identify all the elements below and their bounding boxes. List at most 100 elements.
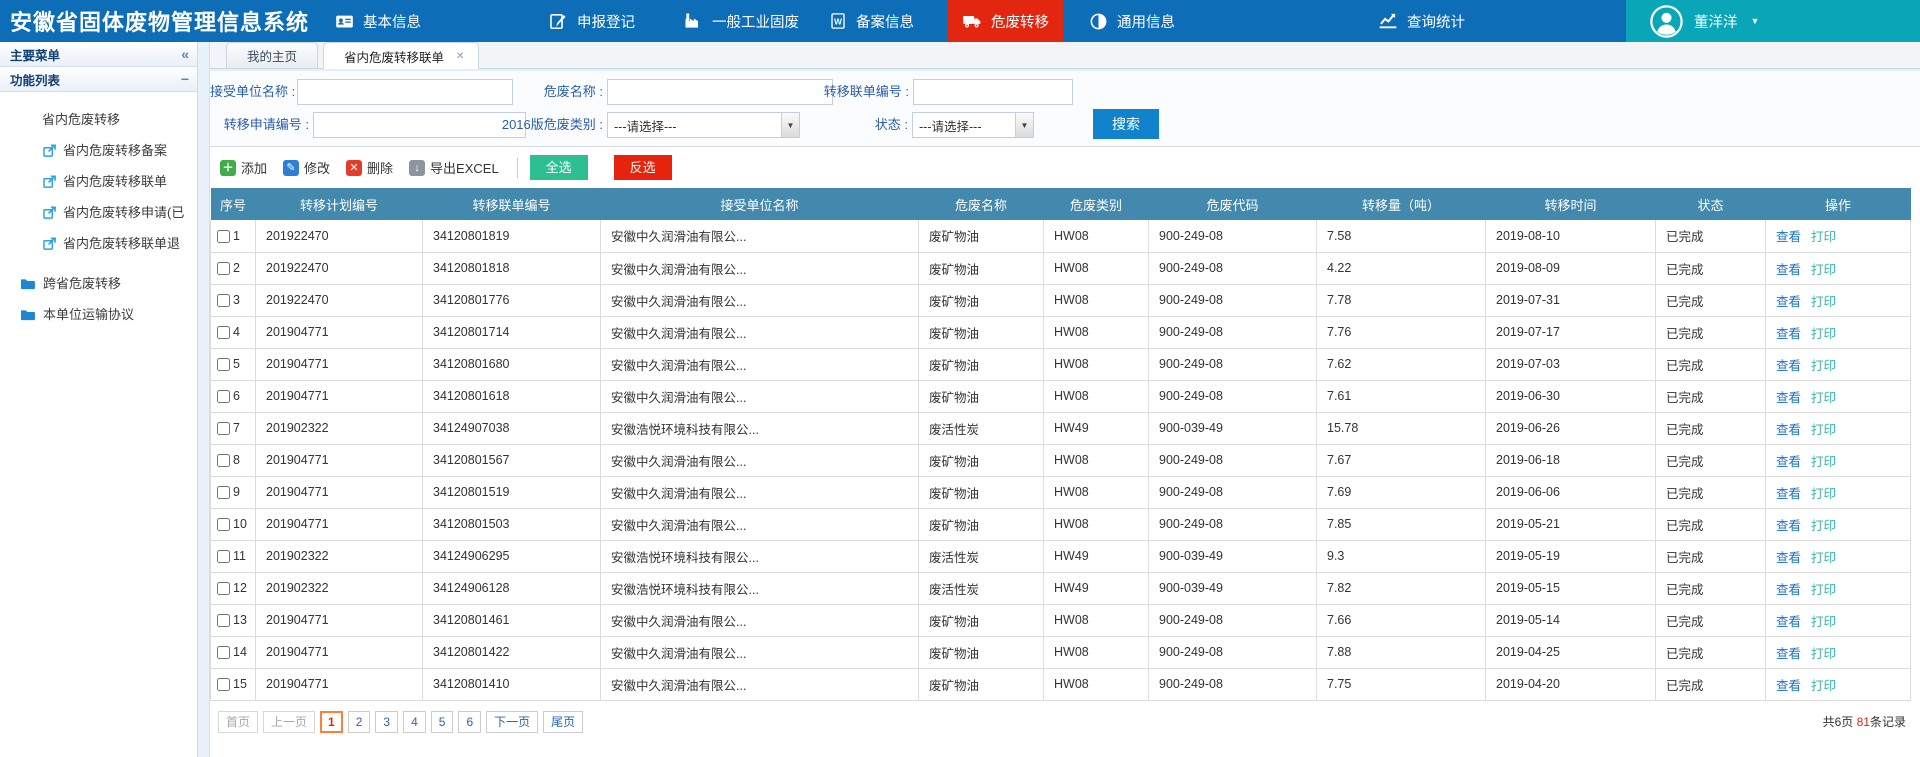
view-link[interactable]: 查看 [1776, 327, 1801, 341]
prev-page-button[interactable]: 上一页 [263, 711, 315, 733]
select-value: ---请选择--- [614, 116, 676, 135]
invert-selection-button[interactable]: 反选 [614, 155, 672, 180]
print-link[interactable]: 打印 [1811, 647, 1836, 661]
print-link[interactable]: 打印 [1811, 263, 1836, 277]
nav-item-general-info[interactable]: 通用信息 [1075, 0, 1189, 42]
cell-plan-no: 201902322 [256, 572, 423, 604]
print-link[interactable]: 打印 [1811, 551, 1836, 565]
print-link[interactable]: 打印 [1811, 487, 1836, 501]
cell-transfer-date: 2019-04-20 [1486, 668, 1656, 700]
sidebar-item-transport-agreement[interactable]: 本单位运输协议 [0, 299, 197, 330]
sidebar-item-transfer-record[interactable]: 省内危废转移备案 [0, 135, 197, 166]
row-checkbox[interactable] [217, 486, 230, 499]
category-2016-select[interactable]: ---请选择--- ▼ [607, 112, 800, 138]
view-link[interactable]: 查看 [1776, 263, 1801, 277]
manifest-no-label: 转移联单编号 : [794, 79, 909, 105]
cell-status: 已完成 [1656, 668, 1766, 700]
row-checkbox[interactable] [217, 294, 230, 307]
sidebar-item-manifest-return[interactable]: 省内危废转移联单退 [0, 228, 197, 259]
view-link[interactable]: 查看 [1776, 487, 1801, 501]
row-checkbox[interactable] [217, 518, 230, 531]
select-all-button[interactable]: 全选 [530, 155, 588, 180]
page-button-5[interactable]: 5 [431, 711, 454, 733]
cell-waste-code: 900-249-08 [1149, 316, 1317, 348]
view-link[interactable]: 查看 [1776, 423, 1801, 437]
cell-receiver: 安徽浩悦环境科技有限公... [601, 572, 919, 604]
view-link[interactable]: 查看 [1776, 615, 1801, 629]
row-checkbox[interactable] [217, 262, 230, 275]
add-icon: ＋ [220, 160, 236, 176]
print-link[interactable]: 打印 [1811, 327, 1836, 341]
page-button-6[interactable]: 6 [458, 711, 481, 733]
minimize-icon[interactable]: − [181, 72, 189, 86]
view-link[interactable]: 查看 [1776, 455, 1801, 469]
cell-amount: 7.76 [1317, 316, 1486, 348]
receiver-name-input[interactable] [297, 79, 513, 105]
print-link[interactable]: 打印 [1811, 295, 1836, 309]
status-select[interactable]: ---请选择--- ▼ [912, 112, 1034, 138]
edit-button[interactable]: ✎修改 [283, 158, 330, 177]
delete-button[interactable]: ✕删除 [346, 158, 393, 177]
print-link[interactable]: 打印 [1811, 583, 1836, 597]
nav-item-declaration[interactable]: 申报登记 [535, 0, 649, 42]
view-link[interactable]: 查看 [1776, 551, 1801, 565]
tab-province-transfer-manifest[interactable]: 省内危废转移联单 [323, 42, 479, 69]
folder-icon [20, 277, 35, 290]
export-excel-button[interactable]: ↓导出EXCEL [409, 158, 499, 177]
row-checkbox[interactable] [217, 550, 230, 563]
row-checkbox[interactable] [217, 390, 230, 403]
row-checkbox[interactable] [217, 646, 230, 659]
row-checkbox[interactable] [217, 582, 230, 595]
view-link[interactable]: 查看 [1776, 583, 1801, 597]
view-link[interactable]: 查看 [1776, 679, 1801, 693]
page-button-2[interactable]: 2 [348, 711, 371, 733]
row-checkbox[interactable] [217, 422, 230, 435]
page-button-4[interactable]: 4 [403, 711, 426, 733]
cell-manifest-no: 34120801618 [423, 380, 601, 412]
cell-plan-no: 201904771 [256, 668, 423, 700]
row-checkbox[interactable] [217, 678, 230, 691]
sidebar-item-transfer-manifest[interactable]: 省内危废转移联单 [0, 166, 197, 197]
print-link[interactable]: 打印 [1811, 391, 1836, 405]
next-page-button[interactable]: 下一页 [486, 711, 538, 733]
print-link[interactable]: 打印 [1811, 359, 1836, 373]
row-checkbox[interactable] [217, 614, 230, 627]
col-header-actions: 操作 [1766, 188, 1911, 220]
nav-item-query-statistics[interactable]: 查询统计 [1364, 0, 1479, 42]
nav-item-industrial-solid-waste[interactable]: 一般工业固废 [669, 0, 813, 42]
page-button-3[interactable]: 3 [375, 711, 398, 733]
search-button[interactable]: 搜索 [1093, 109, 1159, 139]
sidebar-item-interprovince-transfer[interactable]: 跨省危废转移 [0, 268, 197, 299]
close-icon[interactable] [456, 51, 464, 62]
row-checkbox[interactable] [217, 326, 230, 339]
view-link[interactable]: 查看 [1776, 519, 1801, 533]
last-page-button[interactable]: 尾页 [543, 711, 583, 733]
view-link[interactable]: 查看 [1776, 647, 1801, 661]
view-link[interactable]: 查看 [1776, 295, 1801, 309]
row-checkbox[interactable] [217, 454, 230, 467]
print-link[interactable]: 打印 [1811, 679, 1836, 693]
sidebar-splitter[interactable] [198, 42, 210, 757]
nav-item-basic-info[interactable]: 基本信息 [321, 0, 435, 42]
print-link[interactable]: 打印 [1811, 455, 1836, 469]
sidebar-item-transfer-apply[interactable]: 省内危废转移申请(已 [0, 197, 197, 228]
first-page-button[interactable]: 首页 [218, 711, 258, 733]
print-link[interactable]: 打印 [1811, 423, 1836, 437]
collapse-icon[interactable]: « [181, 47, 189, 61]
print-link[interactable]: 打印 [1811, 519, 1836, 533]
view-link[interactable]: 查看 [1776, 359, 1801, 373]
sidebar-group-province-transfer[interactable]: 省内危废转移 [0, 105, 197, 135]
user-menu[interactable]: 董洋洋 ▼ [1626, 0, 1920, 42]
print-link[interactable]: 打印 [1811, 230, 1836, 244]
tab-my-home[interactable]: 我的主页 [226, 42, 318, 68]
manifest-no-input[interactable] [913, 79, 1073, 105]
print-link[interactable]: 打印 [1811, 615, 1836, 629]
add-button[interactable]: ＋添加 [220, 158, 267, 177]
row-checkbox[interactable] [217, 358, 230, 371]
view-link[interactable]: 查看 [1776, 230, 1801, 244]
nav-item-hazwaste-transfer[interactable]: 危废转移 [948, 0, 1063, 42]
view-link[interactable]: 查看 [1776, 391, 1801, 405]
row-checkbox[interactable] [217, 230, 230, 243]
page-button-1[interactable]: 1 [320, 711, 343, 733]
nav-item-record-info[interactable]: W 备案信息 [815, 0, 928, 42]
